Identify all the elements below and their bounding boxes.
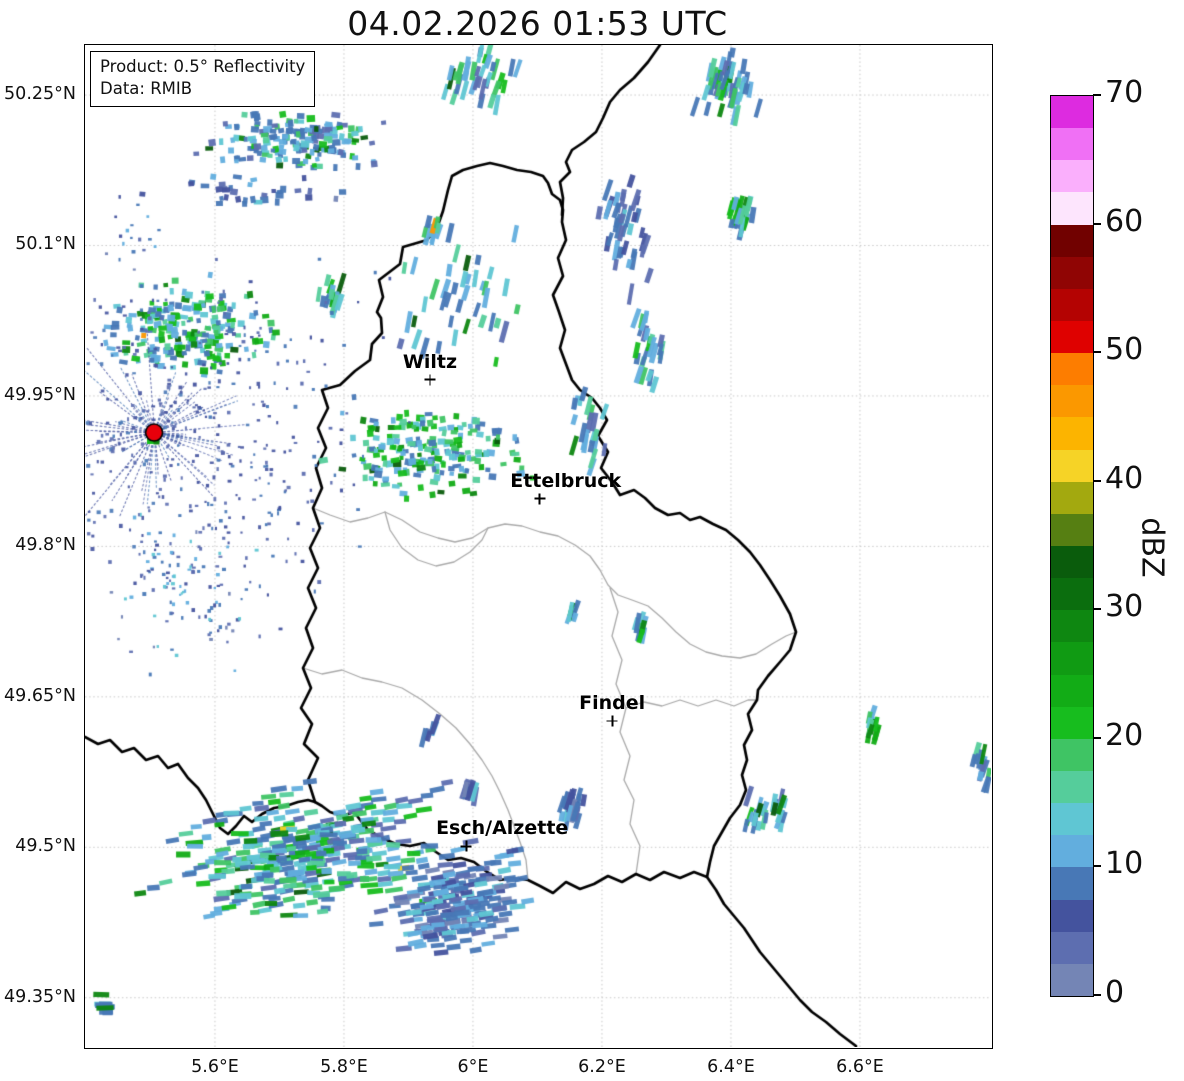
colorbar-tick-label: 50	[1105, 332, 1143, 367]
colorbar-tick	[1093, 608, 1101, 610]
colorbar-segment	[1051, 642, 1093, 674]
x-tick-label: 6°E	[457, 1057, 488, 1077]
colorbar-axis-label: dBZ	[1135, 498, 1170, 598]
colorbar-segment	[1051, 803, 1093, 835]
colorbar-segment	[1051, 546, 1093, 578]
x-tick-label: 6.6°E	[836, 1057, 884, 1077]
x-tick-label: 5.6°E	[191, 1057, 239, 1077]
colorbar-segment	[1051, 932, 1093, 964]
y-tick-label: 49.35°N	[0, 987, 76, 1007]
data-source-line: Data: RMIB	[100, 78, 305, 100]
y-tick-label: 49.8°N	[0, 535, 76, 555]
colorbar-segment	[1051, 321, 1093, 353]
colorbar-segment	[1051, 771, 1093, 803]
colorbar-segment	[1051, 128, 1093, 160]
y-tick-label: 49.65°N	[0, 686, 76, 706]
colorbar-segment	[1051, 96, 1093, 128]
colorbar-tick-label: 20	[1105, 718, 1143, 753]
colorbar-tick-label: 0	[1105, 975, 1124, 1010]
colorbar-segment	[1051, 514, 1093, 546]
colorbar-tick-label: 70	[1105, 75, 1143, 110]
y-tick-label: 49.5°N	[0, 836, 76, 856]
product-line: Product: 0.5° Reflectivity	[100, 56, 305, 78]
colorbar-tick	[1093, 737, 1101, 739]
colorbar-segment	[1051, 964, 1093, 996]
colorbar-segment	[1051, 353, 1093, 385]
map-panel: Product: 0.5° Reflectivity Data: RMIB Wi…	[84, 44, 993, 1049]
colorbar-segment	[1051, 707, 1093, 739]
colorbar-tick	[1093, 994, 1101, 996]
colorbar-tick-label: 10	[1105, 846, 1143, 881]
colorbar-segment	[1051, 192, 1093, 224]
colorbar-segment	[1051, 257, 1093, 289]
colorbar-segment	[1051, 835, 1093, 867]
figure-title: 04.02.2026 01:53 UTC	[84, 4, 991, 43]
colorbar-segment	[1051, 160, 1093, 192]
x-tick-label: 6.2°E	[578, 1057, 626, 1077]
y-tick-label: 50.1°N	[0, 234, 76, 254]
product-info-box: Product: 0.5° Reflectivity Data: RMIB	[90, 51, 315, 107]
colorbar	[1050, 95, 1094, 997]
x-tick-label: 5.8°E	[320, 1057, 368, 1077]
colorbar-segment	[1051, 739, 1093, 771]
colorbar-tick	[1093, 480, 1101, 482]
radar-figure: 04.02.2026 01:53 UTC Product: 0.5° Refle…	[0, 0, 1184, 1081]
radar-map-canvas	[85, 45, 991, 1047]
x-tick-label: 6.4°E	[707, 1057, 755, 1077]
colorbar-segment	[1051, 867, 1093, 899]
colorbar-segment	[1051, 385, 1093, 417]
colorbar-segment	[1051, 578, 1093, 610]
y-tick-label: 49.95°N	[0, 385, 76, 405]
colorbar-segment	[1051, 225, 1093, 257]
colorbar-segment	[1051, 610, 1093, 642]
colorbar-tick-label: 60	[1105, 204, 1143, 239]
colorbar-segment	[1051, 417, 1093, 449]
y-tick-label: 50.25°N	[0, 84, 76, 104]
colorbar-segment	[1051, 289, 1093, 321]
colorbar-tick	[1093, 94, 1101, 96]
colorbar-tick	[1093, 351, 1101, 353]
colorbar-tick	[1093, 865, 1101, 867]
colorbar-tick-label: 40	[1105, 461, 1143, 496]
colorbar-segment	[1051, 482, 1093, 514]
colorbar-segment	[1051, 675, 1093, 707]
colorbar-segment	[1051, 450, 1093, 482]
colorbar-segment	[1051, 900, 1093, 932]
colorbar-tick	[1093, 223, 1101, 225]
